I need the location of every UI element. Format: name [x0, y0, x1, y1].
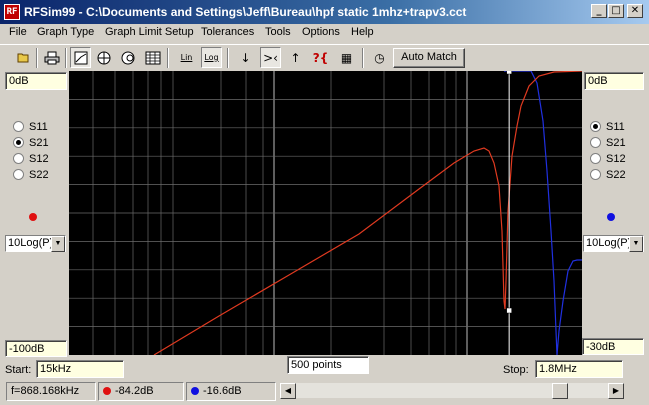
right-radio-s22[interactable]: S22	[590, 169, 626, 181]
left-top-value[interactable]: 0dB	[5, 72, 67, 90]
match-icon[interactable]: >‹	[260, 47, 281, 68]
open-file-icon[interactable]	[13, 47, 34, 68]
chip-icon[interactable]: ▦	[336, 47, 357, 68]
left-radio-s21-dot	[13, 137, 24, 148]
title-bar: RF RFSim99 - C:\Documents and Settings\J…	[0, 0, 649, 24]
right-radio-s21-dot	[590, 137, 601, 148]
arrow-down-icon[interactable]: ↓	[235, 47, 256, 68]
frequency-scrollbar[interactable]: ◀ ▶	[279, 382, 625, 399]
app-icon[interactable]: RF	[4, 4, 20, 20]
left-radio-s22[interactable]: S22	[13, 169, 49, 181]
red-marker-icon	[103, 387, 111, 395]
timer-icon[interactable]: ◷	[369, 47, 390, 68]
left-radio-s11[interactable]: S11	[13, 121, 48, 133]
close-button[interactable]: ✕	[627, 4, 643, 18]
left-bottom-value[interactable]: -100dB	[5, 340, 67, 357]
left-radio-s12-dot	[13, 153, 24, 164]
blue-marker-icon	[191, 387, 199, 395]
right-radio-s12-dot	[590, 153, 601, 164]
linear-scale-icon[interactable]: Lin	[176, 47, 197, 68]
scroll-left-icon[interactable]: ◀	[280, 383, 296, 399]
plot-area[interactable]	[69, 71, 582, 355]
cursor-top-handle[interactable]	[506, 71, 512, 75]
right-radio-s21[interactable]: S21	[590, 137, 626, 149]
menu-tools[interactable]: Tools	[265, 26, 291, 38]
left-radio-s11-dot	[13, 121, 24, 132]
arrow-up-icon[interactable]: ↑	[285, 47, 306, 68]
stop-label: Stop:	[503, 364, 529, 376]
cursor-red-handle[interactable]	[506, 307, 512, 314]
maximize-button[interactable]: □	[608, 4, 624, 18]
menu-bar: File Graph Type Graph Limit Setup Tolera…	[0, 24, 649, 43]
scroll-right-icon[interactable]: ▶	[608, 383, 624, 399]
right-param-group: S11 S21 S12 S22	[590, 121, 646, 187]
right-scale-dropdown-icon[interactable]: ▼	[629, 236, 643, 252]
right-radio-s12[interactable]: S12	[590, 153, 626, 165]
printer-icon[interactable]	[41, 47, 62, 68]
scrollbar-thumb[interactable]	[551, 383, 568, 399]
help-icon[interactable]: ?{	[310, 47, 331, 68]
left-trace-marker	[29, 213, 37, 221]
points-field[interactable]: 500 points	[287, 356, 369, 374]
red-value-readout: -84.2dB	[98, 382, 184, 401]
smith-chart-icon[interactable]	[117, 47, 138, 68]
left-scale-dropdown-icon[interactable]: ▼	[51, 236, 65, 252]
menu-file[interactable]: File	[9, 26, 27, 38]
toolbar: Lin Log ↓ >‹ ↑ ?{ ▦ ◷ Auto Match	[0, 44, 649, 70]
left-radio-s12[interactable]: S12	[13, 153, 49, 165]
frequency-readout: f=868.168kHz	[6, 382, 96, 401]
menu-graph-limit-setup[interactable]: Graph Limit Setup	[105, 26, 194, 38]
polar-graph-icon[interactable]	[93, 47, 114, 68]
left-param-group: S11 S21 S12 S22	[13, 121, 69, 187]
right-scale-select[interactable]: 10Log(P) ▼	[583, 235, 644, 252]
menu-help[interactable]: Help	[351, 26, 374, 38]
right-radio-s11[interactable]: S11	[590, 121, 625, 133]
window-title: RFSim99 - C:\Documents and Settings\Jeff…	[24, 5, 467, 19]
log-scale-icon[interactable]: Log	[201, 47, 222, 68]
start-label: Start:	[5, 364, 32, 376]
right-top-value[interactable]: 0dB	[584, 72, 644, 90]
stop-frequency-field[interactable]: 1.8MHz	[535, 360, 623, 378]
right-bottom-value[interactable]: -30dB	[582, 338, 644, 355]
right-trace-marker	[607, 213, 615, 221]
auto-match-button[interactable]: Auto Match	[393, 48, 465, 68]
right-radio-s22-dot	[590, 169, 601, 180]
status-bar: f=868.168kHz -84.2dB -16.6dB ◀ ▶	[0, 380, 649, 405]
blue-value-readout: -16.6dB	[186, 382, 276, 401]
menu-tolerances[interactable]: Tolerances	[201, 26, 254, 38]
rect-graph-icon[interactable]	[70, 47, 91, 68]
left-radio-s21[interactable]: S21	[13, 137, 49, 149]
table-icon[interactable]	[142, 47, 163, 68]
right-radio-s11-dot	[590, 121, 601, 132]
left-radio-s22-dot	[13, 169, 24, 180]
menu-graph-type[interactable]: Graph Type	[37, 26, 94, 38]
left-scale-select[interactable]: 10Log(P) ▼	[5, 235, 66, 252]
menu-options[interactable]: Options	[302, 26, 340, 38]
start-frequency-field[interactable]: 15kHz	[36, 360, 124, 378]
minimize-button[interactable]: _	[591, 4, 607, 18]
